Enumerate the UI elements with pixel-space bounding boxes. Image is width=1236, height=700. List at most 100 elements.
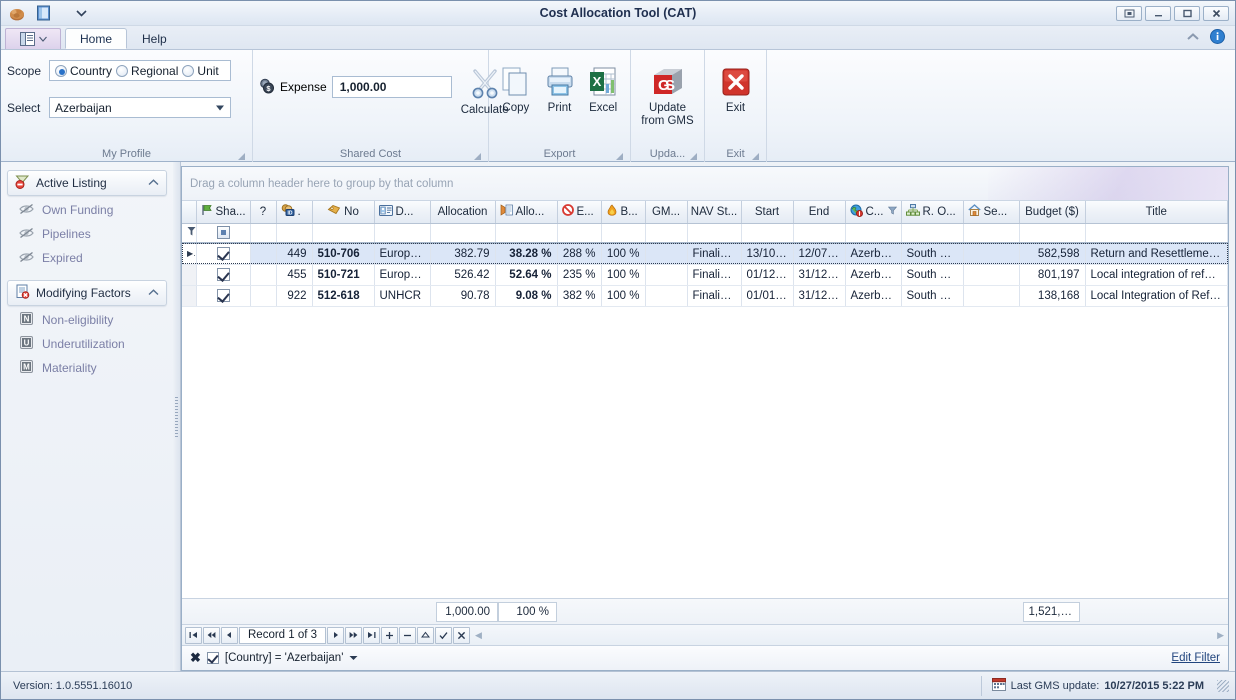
filter-cell-end[interactable] bbox=[793, 223, 846, 244]
last-record-button[interactable] bbox=[363, 626, 381, 644]
next-page-button[interactable] bbox=[345, 626, 363, 644]
table-row[interactable]: 922 512-618 UNHCR 90.78 9.08 % 382 % 100… bbox=[182, 285, 1228, 307]
clear-filter-button[interactable]: ✖ bbox=[190, 650, 201, 666]
customize-qat-icon[interactable] bbox=[71, 3, 91, 23]
filter-cell-allocation[interactable] bbox=[430, 223, 496, 244]
filter-cell-country[interactable] bbox=[845, 223, 902, 244]
add-record-button[interactable] bbox=[381, 626, 399, 644]
document-icon[interactable] bbox=[33, 3, 53, 23]
scope-radio-unit[interactable]: Unit bbox=[182, 64, 219, 78]
column-header-allocation[interactable]: Allocation bbox=[430, 201, 496, 224]
cancel-edit-button[interactable] bbox=[453, 626, 471, 644]
column-header-start[interactable]: Start bbox=[741, 201, 794, 224]
column-header-shared[interactable]: Sha... bbox=[196, 201, 251, 224]
filter-cell-nav-status[interactable] bbox=[687, 223, 742, 244]
panel-splitter[interactable] bbox=[173, 162, 181, 671]
filter-cell-gm[interactable] bbox=[645, 223, 688, 244]
checkbox-checked-icon[interactable] bbox=[216, 247, 230, 261]
close-icon[interactable] bbox=[1203, 5, 1229, 21]
column-header-b[interactable]: B... bbox=[601, 201, 646, 224]
restore-down-icon[interactable] bbox=[1116, 5, 1142, 21]
edit-filter-link[interactable]: Edit Filter bbox=[1171, 652, 1220, 664]
filter-cell-e[interactable] bbox=[557, 223, 602, 244]
chevron-up-icon[interactable] bbox=[148, 288, 159, 299]
prev-record-button[interactable] bbox=[221, 626, 238, 644]
checkbox-checked-icon[interactable] bbox=[216, 289, 230, 302]
expense-input[interactable]: 1,000.00 bbox=[331, 76, 452, 98]
maximize-icon[interactable] bbox=[1174, 5, 1200, 21]
column-header-title[interactable]: Title bbox=[1085, 201, 1228, 224]
excel-button[interactable]: X Excel bbox=[582, 58, 624, 116]
column-header-se[interactable]: Se... bbox=[963, 201, 1020, 224]
dialog-launcher-icon[interactable] bbox=[751, 151, 760, 160]
dialog-launcher-icon[interactable] bbox=[237, 151, 246, 160]
filter-dropdown-icon[interactable] bbox=[349, 652, 358, 664]
copy-button[interactable]: Copy bbox=[495, 58, 537, 116]
column-header-regional-office[interactable]: R. O... bbox=[901, 201, 964, 224]
tab-home[interactable]: Home bbox=[65, 28, 128, 49]
column-header-question[interactable]: ? bbox=[250, 201, 277, 224]
filter-enabled-checkbox[interactable] bbox=[206, 652, 219, 664]
cell-shared[interactable] bbox=[196, 285, 251, 307]
cell-shared[interactable] bbox=[196, 264, 251, 286]
nav-group-modifying-factors[interactable]: Modifying Factors bbox=[7, 280, 167, 306]
dialog-launcher-icon[interactable] bbox=[473, 151, 482, 160]
column-header-allocation-percent[interactable]: Allo... bbox=[495, 201, 558, 224]
filter-button-icon[interactable] bbox=[216, 226, 230, 240]
sidebar-item-pipelines[interactable]: Pipelines bbox=[7, 222, 167, 246]
nav-group-active-listing[interactable]: Active Listing bbox=[7, 170, 167, 196]
first-record-button[interactable] bbox=[185, 626, 202, 644]
filter-cell-question[interactable] bbox=[250, 223, 277, 244]
edit-record-button[interactable] bbox=[417, 626, 435, 644]
sidebar-item-underutilization[interactable]: U Underutilization bbox=[7, 332, 167, 356]
column-header-nav-status[interactable]: NAV St... bbox=[687, 201, 742, 224]
column-header-country[interactable]: C... bbox=[845, 201, 902, 224]
filter-cell-start[interactable] bbox=[741, 223, 794, 244]
scope-option-group[interactable]: Country Regional Unit bbox=[49, 60, 231, 81]
delete-record-button[interactable] bbox=[399, 626, 417, 644]
next-record-button[interactable] bbox=[327, 626, 345, 644]
minimize-icon[interactable] bbox=[1145, 5, 1171, 21]
filter-cell-title[interactable] bbox=[1085, 223, 1228, 244]
grid-filter-row[interactable] bbox=[182, 223, 1228, 244]
scope-radio-country[interactable]: Country bbox=[55, 64, 112, 78]
application-menu-button[interactable] bbox=[5, 28, 61, 49]
record-position-indicator[interactable]: Record 1 of 3 bbox=[239, 626, 327, 644]
filter-cell-id[interactable] bbox=[276, 223, 313, 244]
chevron-up-icon[interactable] bbox=[148, 178, 159, 189]
filter-cell-donor[interactable] bbox=[374, 223, 431, 244]
app-logo-icon[interactable] bbox=[7, 3, 27, 23]
column-filter-indicator-icon[interactable] bbox=[887, 206, 897, 218]
filter-cell-se[interactable] bbox=[963, 223, 1020, 244]
filter-cell-allocation-percent[interactable] bbox=[495, 223, 558, 244]
filter-cell-no[interactable] bbox=[312, 223, 375, 244]
sidebar-item-non-eligibility[interactable]: N Non-eligibility bbox=[7, 308, 167, 332]
collapse-ribbon-icon[interactable] bbox=[1186, 31, 1200, 45]
dialog-launcher-icon[interactable] bbox=[689, 151, 698, 160]
column-header-id[interactable]: ID . bbox=[276, 201, 313, 224]
column-header-budget[interactable]: Budget ($) bbox=[1019, 201, 1086, 224]
filter-cell-b[interactable] bbox=[601, 223, 646, 244]
update-from-gms-button[interactable]: G S Update from GMS bbox=[637, 58, 698, 129]
sidebar-item-expired[interactable]: Expired bbox=[7, 246, 167, 270]
sidebar-item-materiality[interactable]: M Materiality bbox=[7, 356, 167, 380]
filter-cell-budget[interactable] bbox=[1019, 223, 1086, 244]
scroll-left-arrow-icon[interactable]: ◀ bbox=[475, 630, 482, 641]
sidebar-item-own-funding[interactable]: Own Funding bbox=[7, 198, 167, 222]
accept-edit-button[interactable] bbox=[435, 626, 453, 644]
table-row[interactable]: 455 510-721 Europ… 526.42 52.64 % 235 % … bbox=[182, 264, 1228, 286]
print-button[interactable]: Print bbox=[539, 58, 581, 116]
resize-grip-icon[interactable] bbox=[1217, 679, 1229, 692]
dialog-launcher-icon[interactable] bbox=[615, 151, 624, 160]
checkbox-checked-icon[interactable] bbox=[216, 268, 230, 281]
table-row[interactable]: ▶ 449 510-706 Europ… 382.79 38.28 % 288 … bbox=[182, 243, 1228, 265]
scope-radio-regional[interactable]: Regional bbox=[116, 64, 178, 78]
about-info-icon[interactable] bbox=[1210, 29, 1225, 47]
tab-help[interactable]: Help bbox=[127, 28, 182, 49]
column-header-no[interactable]: No bbox=[312, 201, 375, 224]
horizontal-scrollbar[interactable]: ◀ ▶ bbox=[475, 630, 1228, 641]
filter-cell-regional-office[interactable] bbox=[901, 223, 964, 244]
scroll-right-arrow-icon[interactable]: ▶ bbox=[1217, 630, 1228, 641]
filter-cell-shared[interactable] bbox=[196, 223, 251, 244]
column-header-gm[interactable]: GM... bbox=[645, 201, 688, 224]
